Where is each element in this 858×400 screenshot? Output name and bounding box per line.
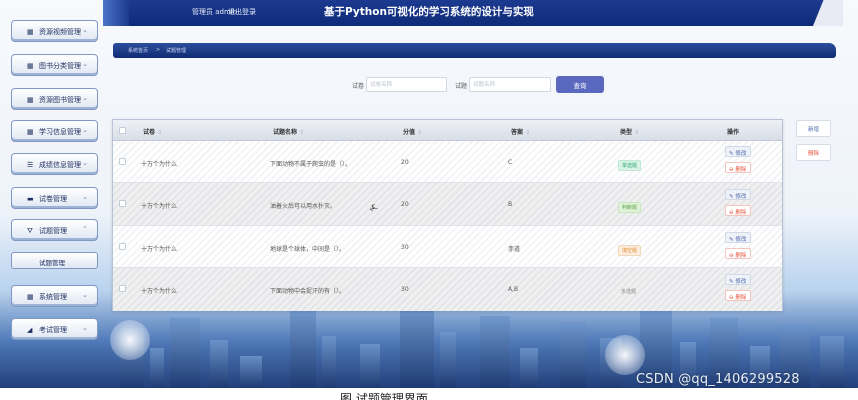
sort-icon: ⇕	[157, 129, 163, 136]
breadcrumb-current: 试题管理	[166, 48, 187, 54]
question-cell: 下面动物不属于爬虫的是（）。	[270, 161, 352, 168]
watermark: CSDN @qq_1406299528	[636, 372, 800, 387]
figure-caption: 图 试题管理界面	[340, 392, 428, 400]
sidebar-item-video[interactable]: ▦ 资源视频管理 ⌄	[11, 20, 98, 42]
chevron-down-icon: ⌄	[82, 126, 88, 134]
question-cell: 油着火后可以用水扑灭。	[270, 203, 337, 210]
sidebar-item-book[interactable]: ▦ 资源图书管理 ⌄	[11, 88, 98, 110]
chevron-down-icon: ⌄	[82, 26, 88, 34]
chevron-down-icon: ⌄	[82, 94, 88, 102]
sort-icon: ⇕	[417, 129, 423, 136]
filter-icon: ⛛	[27, 227, 33, 235]
table-header: 试卷 ⇕ 试题名称 ⇕ 分值 ⇕ 答案 ⇕ 类型 ⇕ 操作	[113, 120, 782, 141]
grid-icon: ▦	[27, 128, 34, 136]
table-row: 十万个为什么 油着火后可以用水扑灭。 20 B 判断题 ✎ 修改 ⊖ 删除	[113, 183, 782, 226]
sort-icon: ⇕	[299, 129, 305, 136]
question-cell: 地球是个球体，中间是（）。	[270, 246, 346, 253]
type-badge: 判断题	[618, 202, 642, 213]
breadcrumb-separator: >	[156, 47, 161, 53]
sort-icon: ⇕	[525, 129, 531, 136]
delete-button[interactable]: ⊖ 删除	[725, 162, 751, 173]
column-header-answer[interactable]: 答案 ⇕	[511, 127, 530, 136]
chart-icon: ◢	[27, 326, 33, 334]
breadcrumb-home[interactable]: 系统首页	[128, 47, 148, 54]
answer-cell: 赤道	[508, 246, 521, 253]
column-header-actions: 操作	[727, 129, 740, 136]
question-table: 试卷 ⇕ 试题名称 ⇕ 分值 ⇕ 答案 ⇕ 类型 ⇕ 操作 十万个为什么 下面动物不属于爬…	[112, 119, 783, 311]
chevron-down-icon: ⌄	[82, 291, 88, 299]
chevron-down-icon: ⌄	[82, 60, 88, 68]
logout-link[interactable]: 退出登录	[228, 7, 256, 17]
grid-icon: ▦	[27, 62, 34, 70]
sidebar-item-exam[interactable]: ◢ 考试管理 ⌄	[11, 318, 98, 340]
sidebar-item-book-category[interactable]: ▦ 图书分类管理 ⌄	[11, 54, 98, 76]
chevron-down-icon: ⌄	[82, 324, 88, 332]
sidebar-subitem-question-manage[interactable]: 试题管理	[11, 252, 98, 269]
sidebar-item-question[interactable]: ⛛ 试题管理 ⌃	[11, 219, 98, 241]
sidebar-item-score[interactable]: ☰ 成绩信息管理 ⌄	[11, 153, 98, 175]
sidebar-item-paper[interactable]: ▬ 试卷管理 ⌄	[11, 187, 98, 209]
delete-button[interactable]: ⊖ 删除	[725, 205, 751, 216]
paper-cell: 十万个为什么	[141, 246, 178, 253]
column-header-question[interactable]: 试题名称 ⇕	[273, 127, 304, 136]
row-checkbox[interactable]	[119, 285, 126, 292]
question-cell: 下面动物中会捉汗的有（）。	[270, 288, 346, 295]
edit-button[interactable]: ✎ 修改	[725, 232, 751, 243]
sort-icon: ⇕	[634, 129, 640, 136]
header-decoration	[813, 0, 843, 26]
column-header-score[interactable]: 分值 ⇕	[403, 127, 422, 136]
sidebar-item-system[interactable]: ▦ 系统管理 ⌄	[11, 285, 98, 307]
delete-button[interactable]: ⊖ 删除	[725, 248, 751, 259]
chevron-down-icon: ⌄	[82, 159, 88, 167]
select-all-checkbox[interactable]	[119, 127, 126, 134]
score-cell: 30	[401, 244, 409, 251]
question-search-input[interactable]	[469, 77, 551, 92]
score-cell: 20	[401, 159, 409, 166]
edit-button[interactable]: ✎ 修改	[725, 189, 751, 200]
paper-label: 试卷	[352, 83, 365, 90]
chevron-down-icon: ⌄	[82, 193, 88, 201]
monitor-icon: ▬	[27, 195, 34, 203]
paper-cell: 十万个为什么	[141, 288, 178, 295]
breadcrumb: 系统首页 > 试题管理	[113, 43, 836, 58]
sidebar-item-study[interactable]: ▦ 学习信息管理 ⌄	[11, 120, 98, 142]
app-title: 基于Python可视化的学习系统的设计与实现	[324, 6, 534, 18]
answer-cell: B	[508, 201, 513, 208]
list-icon: ☰	[27, 161, 34, 169]
light-glow	[110, 320, 150, 360]
grid-icon: ▦	[27, 28, 34, 36]
table-row: 十万个为什么 下面动物中会捉汗的有（）。 30 A,B 多选题 ✎ 修改 ⊖ 删…	[113, 268, 782, 311]
search-button[interactable]: 查询	[556, 76, 604, 93]
answer-cell: A,B	[508, 286, 519, 293]
table-row: 十万个为什么 地球是个球体，中间是（）。 30 赤道 填空题 ✎ 修改 ⊖ 删除	[113, 226, 782, 268]
score-cell: 20	[401, 201, 409, 208]
chevron-up-icon: ⌃	[82, 225, 88, 233]
grid-icon: ▦	[27, 96, 34, 104]
delete-button[interactable]: ⊖ 删除	[725, 290, 751, 301]
edit-button[interactable]: ✎ 修改	[725, 274, 751, 285]
paper-search-input[interactable]	[366, 77, 447, 92]
cursor-icon: ⍼	[370, 203, 378, 213]
answer-cell: C	[508, 159, 513, 166]
type-badge: 多选题	[621, 289, 637, 295]
row-checkbox[interactable]	[119, 200, 126, 207]
paper-cell: 十万个为什么	[141, 161, 178, 168]
edit-button[interactable]: ✎ 修改	[725, 146, 751, 157]
column-header-paper[interactable]: 试卷 ⇕	[143, 127, 162, 136]
batch-delete-button[interactable]: 删除	[796, 144, 831, 161]
type-badge: 单选题	[618, 160, 642, 171]
add-button[interactable]: 新增	[796, 120, 831, 137]
header-decoration	[103, 0, 129, 26]
type-badge: 填空题	[618, 245, 642, 256]
question-label: 试题	[455, 83, 468, 90]
row-checkbox[interactable]	[119, 158, 126, 165]
grid-icon: ▦	[27, 293, 34, 301]
paper-cell: 十万个为什么	[141, 203, 178, 210]
row-checkbox[interactable]	[119, 243, 126, 250]
sidebar: ▦ 资源视频管理 ⌄ ▦ 图书分类管理 ⌄ ▦ 资源图书管理 ⌄ ▦ 学习信息管…	[0, 0, 103, 360]
column-header-type[interactable]: 类型 ⇕	[620, 127, 639, 136]
score-cell: 30	[401, 286, 409, 293]
table-row: 十万个为什么 下面动物不属于爬虫的是（）。 20 C 单选题 ✎ 修改 ⊖ 删除	[113, 141, 782, 183]
light-glow	[605, 335, 645, 375]
